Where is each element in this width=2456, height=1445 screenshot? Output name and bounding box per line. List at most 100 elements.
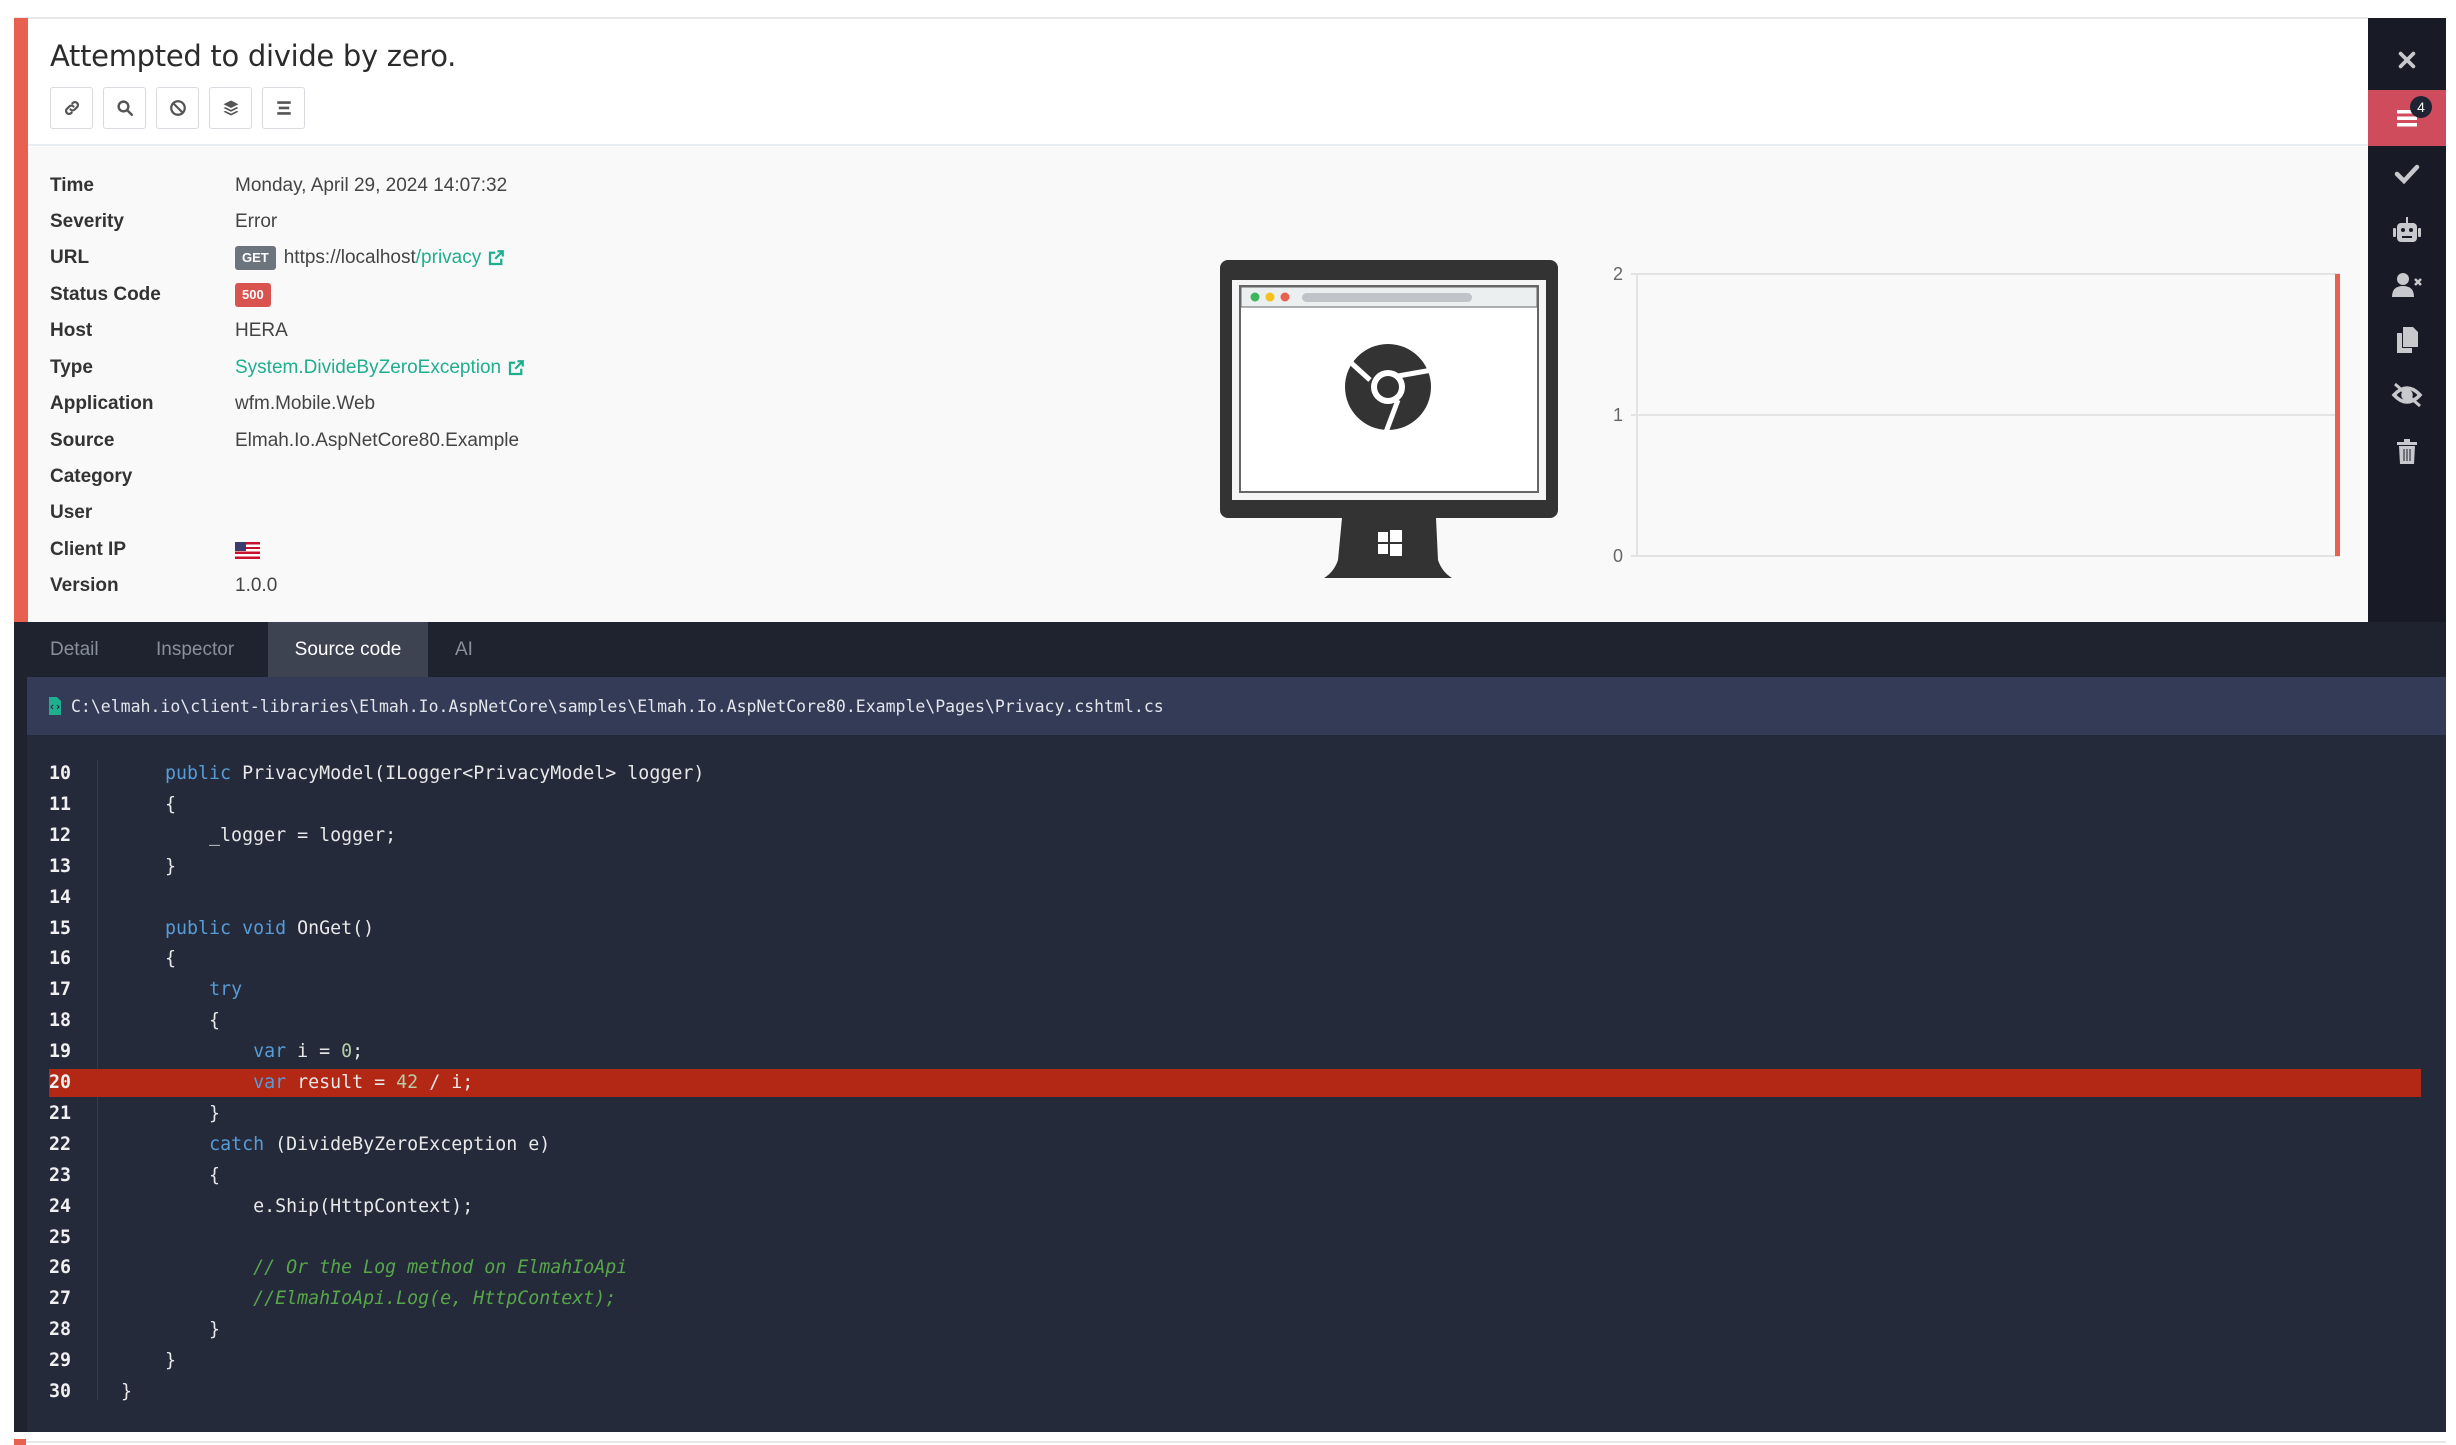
code-line: 28 } — [49, 1316, 2421, 1344]
code-text: e.Ship(HttpContext); — [121, 1195, 474, 1217]
line-number: 16 — [49, 948, 72, 970]
ignore-button[interactable] — [156, 87, 199, 129]
detail-label: Client IP — [50, 539, 127, 560]
delete-button[interactable] — [2368, 424, 2446, 480]
detail-version: Version 1.0.0 — [50, 571, 277, 601]
detail-label: User — [50, 502, 93, 523]
detail-time: Time Monday, April 29, 2024 14:07:32 — [50, 171, 507, 201]
details-sidebar-button[interactable]: 4 — [2368, 90, 2446, 146]
line-number: 11 — [49, 793, 72, 815]
detail-label: Time — [50, 175, 95, 196]
method-badge: GET — [235, 246, 276, 270]
detail-label: Category — [50, 466, 133, 487]
link-icon — [64, 100, 79, 116]
bot-button[interactable] — [2368, 202, 2446, 258]
code-line: 19 var i = 0; — [49, 1038, 2421, 1066]
url-path-link[interactable]: /privacy — [416, 243, 481, 273]
close-button[interactable] — [2368, 32, 2446, 88]
line-number: 25 — [49, 1226, 72, 1248]
detail-value: Error — [235, 211, 278, 232]
code-line: 21 } — [49, 1100, 2421, 1128]
code-text: var i = 0; — [253, 1041, 364, 1063]
page-title: Attempted to divide by zero. — [50, 39, 457, 73]
close-icon — [2398, 51, 2416, 69]
search-button[interactable] — [103, 87, 146, 129]
next-message-severity-bar — [14, 1439, 26, 1445]
line-number: 30 — [49, 1381, 72, 1402]
hide-user-button[interactable] — [2368, 257, 2446, 313]
detail-value: 1.0.0 — [235, 575, 278, 596]
bar — [2335, 274, 2340, 556]
tab-ai[interactable]: AI — [433, 622, 495, 677]
line-number: 28 — [49, 1319, 72, 1341]
detail-label: Version — [50, 575, 119, 596]
code-line: 13 } — [49, 853, 2421, 881]
code-line-highlighted: 20 var result = 42 / i; — [49, 1069, 2421, 1097]
line-number: 22 — [49, 1133, 72, 1155]
detail-label: Severity — [50, 211, 124, 232]
code-line: 17 try — [49, 976, 2421, 1004]
code-file-icon — [49, 697, 61, 715]
copy-icon — [2397, 327, 2418, 353]
resolve-button[interactable] — [2368, 146, 2446, 202]
line-number: 23 — [49, 1164, 72, 1186]
detail-client-ip: Client IP — [50, 535, 260, 565]
detail-value: wfm.Mobile.Web — [235, 393, 376, 414]
code-text: { — [121, 1010, 221, 1032]
url-base: https://localhost — [283, 247, 416, 268]
ban-icon — [169, 100, 186, 116]
message-header: Attempted to divide by zero. — [28, 19, 2368, 146]
us-flag-icon — [235, 541, 260, 559]
code-line: 12 _logger = logger; — [49, 822, 2421, 850]
file-path-bar: C:\elmah.io\client-libraries\Elmah.Io.As… — [14, 677, 2446, 735]
tab-source-code[interactable]: Source code — [268, 622, 428, 677]
detail-label: Status Code — [50, 284, 161, 305]
detail-category: Category — [50, 462, 235, 492]
detail-label: Host — [50, 320, 93, 341]
code-line: 25 — [49, 1224, 2421, 1252]
code-text: { — [121, 1164, 221, 1186]
detail-application: Application wfm.Mobile.Web — [50, 389, 375, 419]
tab-inspector[interactable]: Inspector — [134, 622, 256, 677]
tab-detail[interactable]: Detail — [28, 622, 121, 677]
severity-bar — [14, 18, 28, 622]
line-number: 13 — [49, 855, 72, 877]
detail-user: User — [50, 498, 235, 528]
permalink-button[interactable] — [50, 87, 93, 129]
line-number: 17 — [49, 979, 72, 1001]
type-link[interactable]: System.DivideByZeroException — [235, 353, 501, 383]
external-link-icon[interactable] — [487, 249, 505, 267]
line-number: 18 — [49, 1010, 72, 1032]
search-icon — [116, 100, 133, 116]
line-number: 29 — [49, 1350, 72, 1372]
user-x-icon — [2392, 273, 2422, 297]
detail-host: Host HERA — [50, 316, 288, 346]
code-line: 16 { — [49, 945, 2421, 973]
line-number: 15 — [49, 917, 72, 939]
copy-button[interactable] — [2368, 312, 2446, 368]
code-line: 23 { — [49, 1162, 2421, 1190]
detail-label: Source — [50, 430, 115, 451]
similar-button[interactable] — [209, 87, 252, 129]
eye-slash-icon — [2391, 382, 2423, 408]
code-text: var result = 42 / i; — [253, 1072, 474, 1093]
external-link-icon[interactable] — [507, 359, 525, 377]
status-badge: 500 — [235, 283, 271, 307]
code-text: { — [121, 793, 177, 815]
line-number: 21 — [49, 1102, 72, 1124]
browser-os-illustration — [1220, 260, 1558, 578]
detail-label: Type — [50, 357, 93, 378]
hide-button[interactable] — [2368, 367, 2446, 423]
check-icon — [2394, 164, 2420, 185]
source-code-viewer: 10 public PrivacyModel(ILogger<PrivacyMo… — [14, 735, 2446, 1432]
line-number: 26 — [49, 1257, 72, 1279]
code-text: public void OnGet() — [165, 917, 375, 939]
details-button[interactable] — [262, 87, 305, 129]
detail-type: Type System.DivideByZeroException — [50, 353, 525, 383]
detail-label: URL — [50, 247, 90, 268]
detail-status-code: Status Code 500 — [50, 280, 271, 310]
layers-icon — [223, 100, 238, 116]
line-number: 27 — [49, 1288, 72, 1310]
code-text: } — [121, 1381, 133, 1402]
code-line: 24 e.Ship(HttpContext); — [49, 1193, 2421, 1221]
